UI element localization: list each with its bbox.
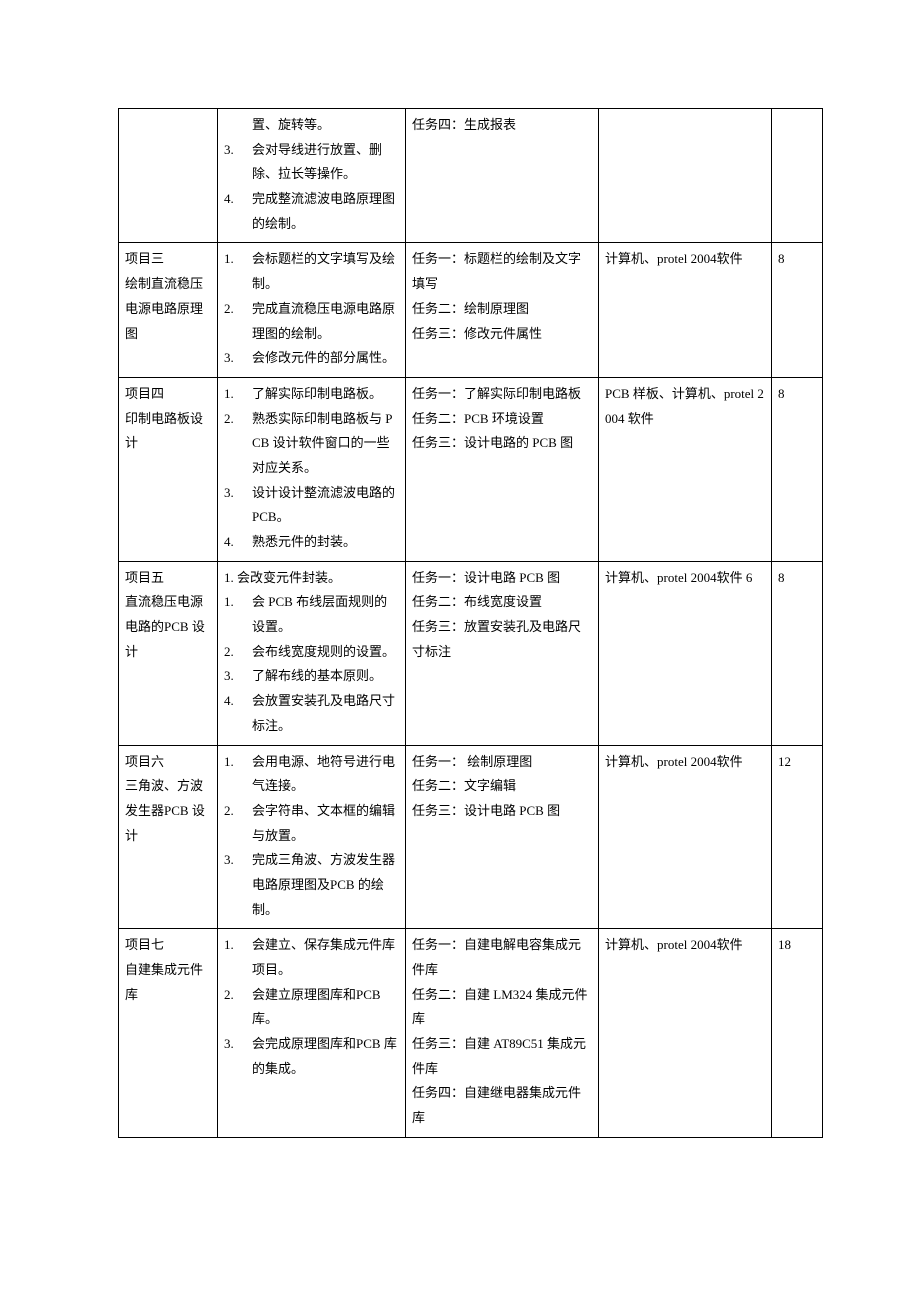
resources (599, 109, 772, 243)
table-row: 项目三绘制直流稳压电源电路原理图1.会标题栏的文字填写及绘制。2.完成直流稳压电… (119, 243, 823, 377)
tasks: 任务一：了解实际印制电路板任务二：PCB 环境设置任务三：设计电路的 PCB 图 (406, 377, 599, 561)
objectives: 1.会用电源、地符号进行电气连接。2.会字符串、文本框的编辑与放置。3.完成三角… (218, 745, 406, 929)
hours: 18 (772, 929, 823, 1138)
tasks: 任务一： 绘制原理图任务二：文字编辑任务三：设计电路 PCB 图 (406, 745, 599, 929)
tasks: 任务一：设计电路 PCB 图任务二：布线宽度设置任务三：放置安装孔及电路尺寸标注 (406, 561, 599, 745)
project-name: 项目四印制电路板设计 (119, 377, 218, 561)
resources: 计算机、protel 2004软件 (599, 929, 772, 1138)
hours: 8 (772, 243, 823, 377)
objectives: 1.会建立、保存集成元件库项目。2.会建立原理图库和PCB 库。3.会完成原理图… (218, 929, 406, 1138)
table-row: 项目七自建集成元件库1.会建立、保存集成元件库项目。2.会建立原理图库和PCB … (119, 929, 823, 1138)
table-row: 项目五直流稳压电源电路的PCB 设计1. 会改变元件封装。1.会 PCB 布线层… (119, 561, 823, 745)
table-row: 项目六三角波、方波发生器PCB 设计1.会用电源、地符号进行电气连接。2.会字符… (119, 745, 823, 929)
resources: 计算机、protel 2004软件 6 (599, 561, 772, 745)
objectives: 1.了解实际印制电路板。2.熟悉实际印制电路板与 PCB 设计软件窗口的一些对应… (218, 377, 406, 561)
resources: 计算机、protel 2004软件 (599, 745, 772, 929)
course-table: 置、旋转等。3.会对导线进行放置、删除、拉长等操作。4.完成整流滤波电路原理图的… (118, 108, 823, 1138)
project-name: 项目五直流稳压电源电路的PCB 设计 (119, 561, 218, 745)
hours: 8 (772, 561, 823, 745)
hours (772, 109, 823, 243)
table-row: 置、旋转等。3.会对导线进行放置、删除、拉长等操作。4.完成整流滤波电路原理图的… (119, 109, 823, 243)
project-name: 项目六三角波、方波发生器PCB 设计 (119, 745, 218, 929)
tasks: 任务四：生成报表 (406, 109, 599, 243)
objectives: 置、旋转等。3.会对导线进行放置、删除、拉长等操作。4.完成整流滤波电路原理图的… (218, 109, 406, 243)
resources: PCB 样板、计算机、protel 2004 软件 (599, 377, 772, 561)
project-name: 项目三绘制直流稳压电源电路原理图 (119, 243, 218, 377)
objectives: 1.会标题栏的文字填写及绘制。2.完成直流稳压电源电路原理图的绘制。3.会修改元… (218, 243, 406, 377)
project-name: 项目七自建集成元件库 (119, 929, 218, 1138)
objectives: 1. 会改变元件封装。1.会 PCB 布线层面规则的设置。2.会布线宽度规则的设… (218, 561, 406, 745)
tasks: 任务一：自建电解电容集成元件库任务二：自建 LM324 集成元件库任务三：自建 … (406, 929, 599, 1138)
project-name (119, 109, 218, 243)
tasks: 任务一：标题栏的绘制及文字填写任务二：绘制原理图任务三：修改元件属性 (406, 243, 599, 377)
hours: 8 (772, 377, 823, 561)
resources: 计算机、protel 2004软件 (599, 243, 772, 377)
hours: 12 (772, 745, 823, 929)
table-row: 项目四印制电路板设计1.了解实际印制电路板。2.熟悉实际印制电路板与 PCB 设… (119, 377, 823, 561)
